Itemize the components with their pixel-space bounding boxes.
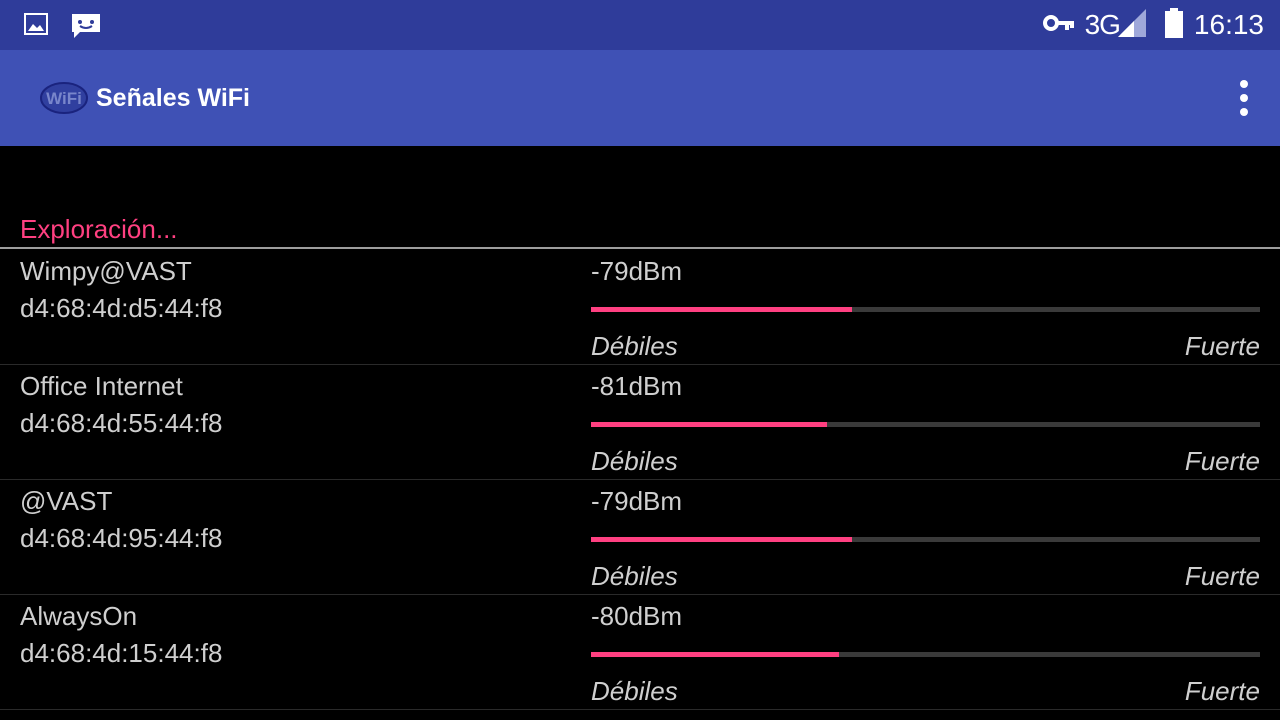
- signal-bar: [591, 307, 1260, 312]
- strong-label: Fuerte: [1184, 446, 1260, 476]
- list-item[interactable]: @VAST d4:68:4d:95:44:f8 -79dBm Débiles F…: [0, 480, 1280, 595]
- network-type: 3G: [1084, 9, 1121, 40]
- network-ssid: @VAST: [20, 486, 113, 516]
- signal-bar: [591, 652, 1260, 657]
- wifi-logo-icon: WiFi: [40, 81, 88, 120]
- network-bssid: d4:68:4d:d5:44:f8: [20, 293, 223, 323]
- battery-icon: [1164, 7, 1184, 43]
- chat-icon: [70, 12, 102, 45]
- wifi-logo-text: WiFi: [46, 89, 82, 108]
- network-ssid: Wimpy@VAST: [20, 256, 192, 286]
- signal-dbm: -81dBm: [591, 371, 683, 401]
- strong-label: Fuerte: [1184, 561, 1260, 591]
- signal-bar-fill: [591, 537, 852, 542]
- more-vert-icon[interactable]: [1234, 80, 1254, 116]
- signal-bar-fill: [591, 652, 840, 657]
- app-bar: WiFi Señales WiFi: [0, 50, 1280, 146]
- weak-label: Débiles: [591, 676, 678, 706]
- signal-bar-fill: [591, 307, 852, 312]
- signal-bar-fill: [591, 422, 828, 427]
- network-ssid: AlwaysOn: [20, 601, 138, 631]
- vpn-key-icon: [1042, 13, 1075, 38]
- signal-dbm: -80dBm: [591, 601, 683, 631]
- image-icon: [24, 12, 48, 45]
- signal-dbm: -79dBm: [591, 486, 683, 516]
- scan-header: Exploración...: [20, 214, 178, 244]
- section-divider: [0, 247, 1280, 249]
- signal-icon: [1117, 8, 1148, 42]
- network-bssid: d4:68:4d:15:44:f8: [20, 638, 223, 668]
- list-item[interactable]: Office Internet d4:68:4d:55:44:f8 -81dBm…: [0, 365, 1280, 480]
- network-ssid: Office Internet: [20, 371, 183, 401]
- signal-bar: [591, 537, 1260, 542]
- network-list: Wimpy@VAST d4:68:4d:d5:44:f8 -79dBm Débi…: [0, 250, 1280, 710]
- signal-dbm: -79dBm: [591, 256, 683, 286]
- strong-label: Fuerte: [1184, 331, 1260, 361]
- network-bssid: d4:68:4d:95:44:f8: [20, 523, 223, 553]
- signal-bar: [591, 422, 1260, 427]
- page-title: Señales WiFi: [96, 84, 250, 112]
- list-item[interactable]: AlwaysOn d4:68:4d:15:44:f8 -80dBm Débile…: [0, 595, 1280, 710]
- status-bar: 3G 16:13: [0, 0, 1280, 50]
- weak-label: Débiles: [591, 331, 678, 361]
- clock: 16:13: [1193, 9, 1264, 40]
- network-bssid: d4:68:4d:55:44:f8: [20, 408, 223, 438]
- list-item[interactable]: Wimpy@VAST d4:68:4d:d5:44:f8 -79dBm Débi…: [0, 250, 1280, 365]
- strong-label: Fuerte: [1184, 676, 1260, 706]
- weak-label: Débiles: [591, 446, 678, 476]
- weak-label: Débiles: [591, 561, 678, 591]
